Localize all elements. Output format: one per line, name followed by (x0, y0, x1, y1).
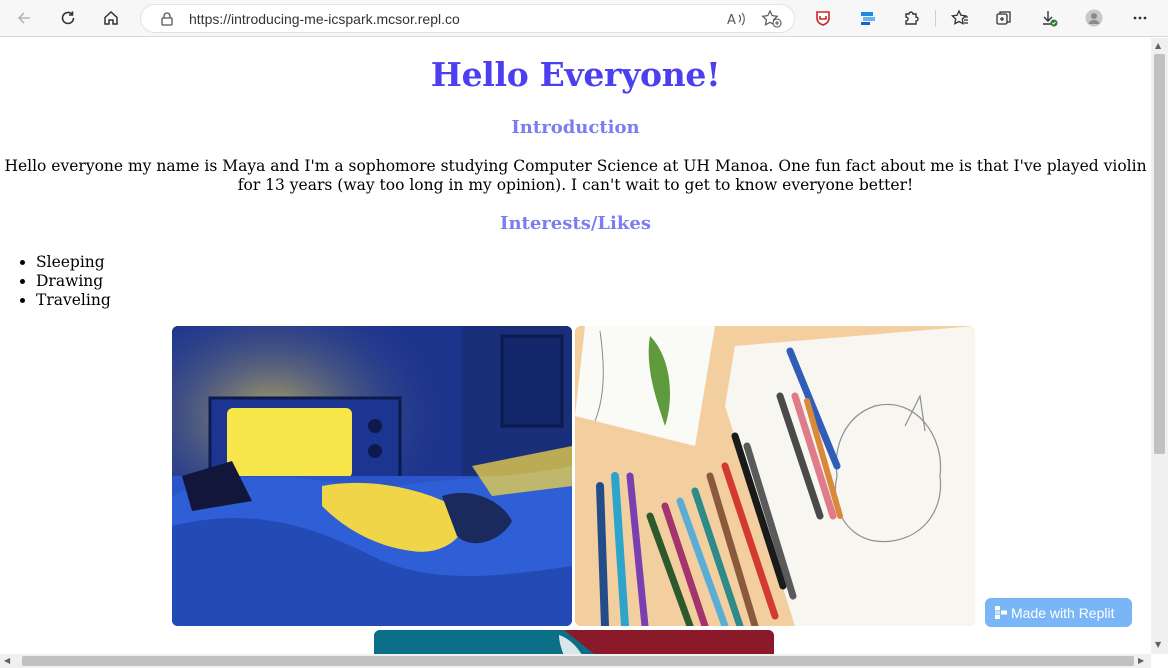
profile-button[interactable] (1079, 4, 1109, 32)
list-item: Sleeping (36, 253, 111, 272)
lock-icon (161, 12, 173, 26)
introduction-paragraph: Hello everyone my name is Maya and I'm a… (4, 157, 1147, 194)
home-button[interactable] (96, 4, 126, 32)
scroll-up-icon[interactable]: ▲ (1155, 41, 1161, 50)
download-icon (1043, 11, 1058, 27)
home-icon (104, 10, 118, 25)
collections-icon (996, 11, 1011, 25)
vertical-scrollbar[interactable]: ▲ ▼ (1151, 38, 1168, 654)
toolbar-separator (935, 10, 936, 27)
interests-heading: Interests/Likes (500, 213, 651, 234)
stack-extension-icon (861, 12, 875, 25)
refresh-icon (61, 11, 75, 25)
drawing-image (575, 326, 975, 626)
horizontal-scrollbar[interactable]: ◀ ▶ (0, 654, 1151, 668)
read-aloud-icon[interactable]: A (727, 10, 747, 28)
horizontal-scroll-thumb[interactable] (22, 656, 1134, 666)
interests-list: Sleeping Drawing Traveling (36, 253, 111, 310)
avatar-icon (1085, 9, 1103, 27)
scroll-right-icon[interactable]: ▶ (1138, 656, 1144, 665)
vertical-scroll-thumb[interactable] (1154, 54, 1165, 454)
favorites-star-icon (951, 9, 968, 25)
url-text[interactable]: https://introducing-me-icspark.mcsor.rep… (189, 11, 460, 27)
favorites-button[interactable] (945, 4, 975, 32)
list-item: Drawing (36, 272, 111, 291)
more-dots-icon (1133, 16, 1147, 20)
refresh-button[interactable] (53, 4, 83, 32)
sleeping-image (172, 326, 572, 626)
back-button[interactable] (9, 4, 39, 32)
more-menu-button[interactable] (1125, 4, 1155, 32)
puzzle-icon (905, 11, 919, 25)
browser-toolbar: https://introducing-me-icspark.mcsor.rep… (0, 0, 1168, 37)
page-content: Hello Everyone! Introduction Hello every… (0, 38, 1151, 654)
back-arrow-icon (17, 12, 30, 24)
extension-stack-button[interactable] (853, 4, 883, 32)
scroll-left-icon[interactable]: ◀ (4, 656, 10, 665)
page-title: Hello Everyone! (430, 55, 721, 94)
made-with-replit-badge[interactable]: Made with Replit (985, 598, 1132, 627)
extension-shield-button[interactable] (808, 4, 838, 32)
shield-extension-icon (816, 11, 830, 26)
badge-label: Made with Replit (1011, 604, 1115, 621)
list-item: Traveling (36, 291, 111, 310)
collections-button[interactable] (989, 4, 1019, 32)
scroll-down-icon[interactable]: ▼ (1155, 640, 1161, 649)
introduction-heading: Introduction (511, 117, 640, 138)
traveling-image (374, 630, 774, 654)
add-favorite-icon[interactable] (761, 9, 783, 29)
extensions-button[interactable] (896, 4, 926, 32)
downloads-button[interactable] (1034, 4, 1064, 32)
address-bar[interactable]: https://introducing-me-icspark.mcsor.rep… (140, 4, 795, 33)
svg-text:A: A (727, 13, 736, 28)
replit-logo-icon (995, 606, 1007, 619)
